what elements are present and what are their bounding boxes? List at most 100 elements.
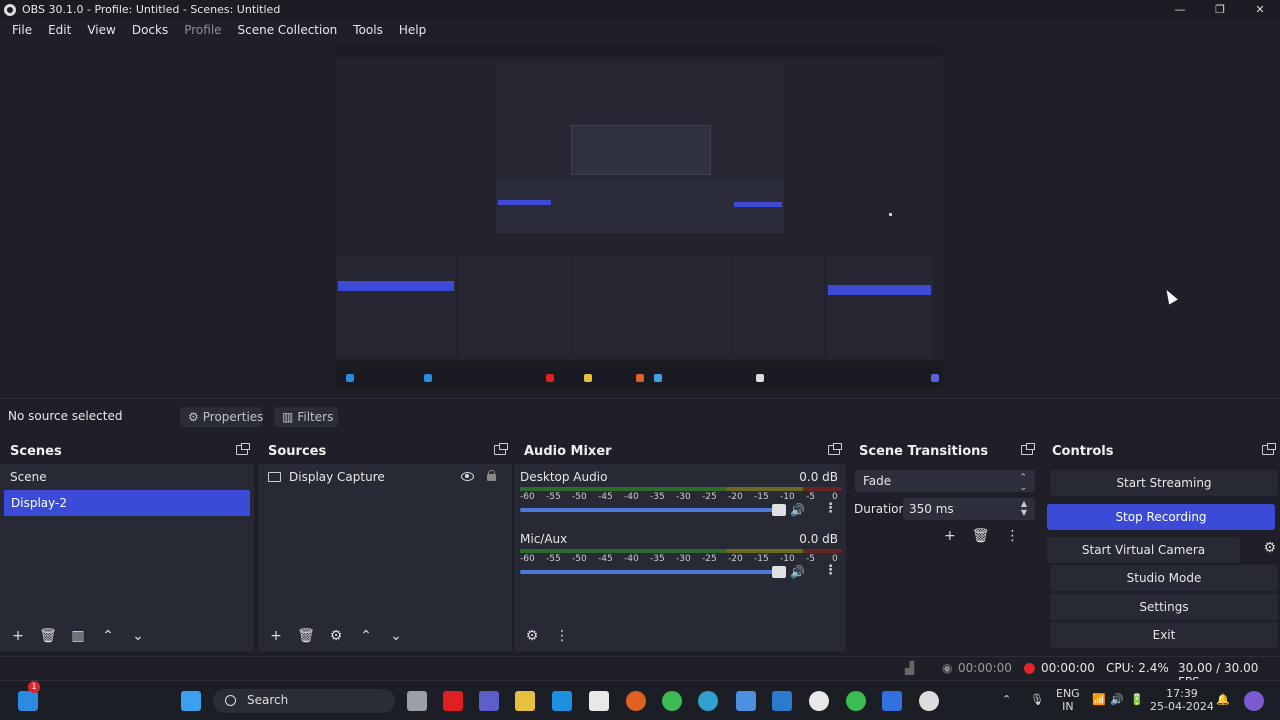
studio-mode-button[interactable]: Studio Mode (1050, 565, 1278, 591)
chevron-up-icon[interactable]: ⌃ (356, 626, 376, 646)
filter-icon[interactable]: ▥ (68, 626, 88, 646)
undock-icon[interactable] (1262, 443, 1276, 455)
slider-handle[interactable] (772, 504, 786, 516)
mixer-header: Audio Mixer (514, 438, 846, 464)
lock-icon[interactable] (487, 470, 496, 481)
menu-tools[interactable]: Tools (345, 23, 391, 37)
chevron-up-icon[interactable]: ⌃ (1002, 693, 1011, 706)
menu-scene-collection[interactable]: Scene Collection (230, 23, 346, 37)
undock-icon[interactable] (828, 443, 842, 455)
undock-icon[interactable] (236, 443, 250, 455)
undock-icon[interactable] (494, 443, 508, 455)
start-streaming-button[interactable]: Start Streaming (1050, 470, 1278, 496)
speaker-icon[interactable]: 🔊 (790, 565, 805, 579)
add-icon[interactable]: + (266, 626, 286, 646)
start-virtual-camera-button[interactable]: Start Virtual Camera (1047, 537, 1240, 563)
more-options-icon[interactable]: ⋮ (552, 626, 572, 646)
filters-button[interactable]: ▥ Filters (274, 407, 338, 427)
speaker-icon[interactable]: 🔊 (790, 503, 805, 517)
trash-icon[interactable]: 🗑 (972, 528, 990, 544)
settings-button[interactable]: Settings (1050, 594, 1278, 620)
add-icon[interactable]: + (8, 626, 28, 646)
add-icon[interactable]: + (944, 528, 956, 544)
firefox-icon[interactable] (626, 691, 646, 711)
menu-view[interactable]: View (79, 23, 123, 37)
stop-recording-button[interactable]: Stop Recording (1047, 504, 1275, 530)
chevron-up-icon[interactable]: ⌃ (98, 626, 118, 646)
minimize-button[interactable]: — (1160, 0, 1200, 19)
taskbar-search[interactable]: Search (213, 689, 395, 713)
meter-tick-label: -15 (754, 554, 769, 564)
app-icon[interactable] (18, 691, 38, 711)
menu-docks[interactable]: Docks (124, 23, 176, 37)
close-button[interactable]: ✕ (1240, 0, 1280, 19)
obs-logo-icon (4, 3, 16, 16)
exit-button[interactable]: Exit (1050, 622, 1278, 648)
stream-time: 00:00:00 (958, 661, 1012, 675)
properties-label: Properties (202, 410, 264, 424)
mixer-toolbar: ⚙ ⋮ (514, 621, 846, 651)
obs-taskbar-icon[interactable] (919, 691, 939, 711)
menu-help[interactable]: Help (391, 23, 434, 37)
volume-icon[interactable]: 🔊 (1110, 693, 1124, 706)
trash-icon[interactable]: 🗑 (296, 626, 316, 646)
preview-display-capture (336, 43, 943, 388)
properties-button[interactable]: ⚙ Properties (180, 407, 264, 427)
channel-db: 0.0 dB (799, 532, 838, 546)
youtube-icon[interactable] (443, 691, 463, 711)
gear-icon[interactable]: ⚙ (1263, 540, 1276, 556)
teams-icon[interactable] (479, 691, 499, 711)
vscode-icon[interactable] (772, 691, 792, 711)
store-icon[interactable] (589, 691, 609, 711)
undock-icon[interactable] (1021, 443, 1035, 455)
duration-label: Duration (854, 502, 907, 516)
menu-file[interactable]: File (4, 23, 40, 37)
more-options-icon[interactable]: ⋮ (1006, 528, 1020, 544)
volume-slider[interactable] (520, 504, 786, 516)
outlook-icon[interactable] (552, 691, 572, 711)
microphone-icon[interactable]: 🎙 (1030, 693, 1044, 706)
copilot-icon[interactable] (1244, 691, 1264, 711)
taskbar: 1 Search ⌃ 🎙 ENG IN 📶 🔊 🔋 17:39 25-04-20… (0, 680, 1280, 720)
controls-title: Controls (1052, 443, 1114, 459)
language-indicator[interactable]: ENG IN (1056, 687, 1080, 713)
title-bar: OBS 30.1.0 - Profile: Untitled - Scenes:… (0, 0, 1280, 19)
notepad-icon[interactable] (882, 691, 902, 711)
clock[interactable]: 17:39 25-04-2024 (1150, 687, 1214, 713)
spin-arrows-icon[interactable]: ▲ ▼ (1021, 499, 1027, 517)
menu-profile[interactable]: Profile (176, 23, 229, 37)
advanced-audio-icon[interactable]: ⚙ (522, 626, 542, 646)
chevron-down-icon[interactable]: ⌄ (386, 626, 406, 646)
transition-select[interactable]: Fade ⌃ ⌄ (855, 470, 1035, 493)
pen-icon[interactable] (736, 691, 756, 711)
windows-start-icon[interactable] (181, 691, 201, 711)
duration-spinbox[interactable]: 350 ms ▲ ▼ (903, 498, 1035, 520)
scene-item[interactable]: Scene (0, 464, 254, 490)
menu-edit[interactable]: Edit (40, 23, 79, 37)
more-options-icon[interactable]: ⋮ (824, 502, 837, 516)
battery-icon[interactable]: 🔋 (1130, 693, 1144, 706)
scenes-title: Scenes (10, 443, 62, 459)
no-source-label: No source selected (8, 409, 123, 423)
bell-icon[interactable]: 🔔 (1216, 693, 1230, 706)
github-icon[interactable] (809, 691, 829, 711)
chrome-icon[interactable] (662, 691, 682, 711)
transitions-title: Scene Transitions (859, 443, 989, 459)
trash-icon[interactable]: 🗑 (38, 626, 58, 646)
wifi-icon[interactable]: 📶 (1092, 693, 1106, 706)
more-options-icon[interactable]: ⋮ (824, 564, 837, 578)
file-explorer-icon[interactable] (515, 691, 535, 711)
chrome-icon-2[interactable] (846, 691, 866, 711)
source-label: Display Capture (289, 470, 385, 484)
scenes-toolbar: + 🗑 ▥ ⌃ ⌄ (0, 621, 254, 651)
gear-icon[interactable]: ⚙ (326, 626, 346, 646)
slider-handle[interactable] (772, 566, 786, 578)
chevron-down-icon[interactable]: ⌄ (128, 626, 148, 646)
volume-slider[interactable] (520, 566, 786, 578)
eye-icon[interactable] (461, 472, 474, 481)
maximize-button[interactable]: ❐ (1200, 0, 1240, 19)
scene-item-selected[interactable]: Display-2 (4, 490, 250, 516)
source-item[interactable]: Display Capture (258, 464, 512, 490)
task-view-icon[interactable] (407, 691, 427, 711)
edge-icon[interactable] (698, 691, 718, 711)
